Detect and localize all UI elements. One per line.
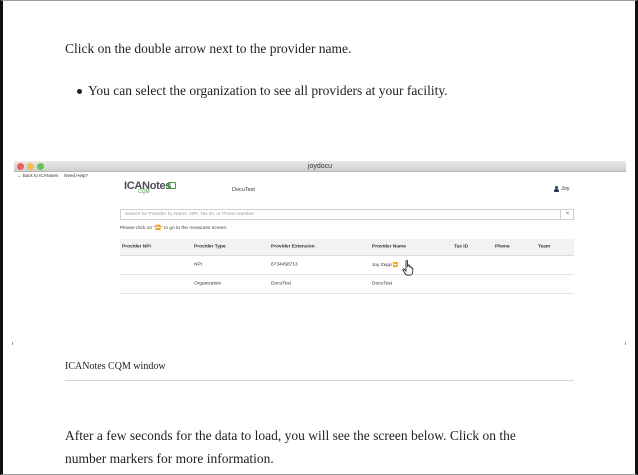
icanotes-cqm-screenshot: joydocu ← Back to ICANotes Need Help? IC… <box>14 161 626 341</box>
after-load-text: After a few seconds for the data to load… <box>65 424 585 470</box>
after-load-line-1: After a few seconds for the data to load… <box>65 428 516 443</box>
image-corner-mark <box>12 342 15 345</box>
app-header: ICANotes CQM DocuTest Joy <box>14 179 626 205</box>
document-page: Click on the double arrow next to the pr… <box>0 0 638 475</box>
cell-extension: 8734458713 <box>271 262 298 268</box>
window-titlebar: joydocu <box>14 161 626 172</box>
table-header: Provider NPI Provider Type Provider Exte… <box>120 239 574 256</box>
bullet-dot-icon <box>77 88 82 94</box>
col-tax-id[interactable]: Tax ID <box>454 245 468 250</box>
icanotes-cqm-logo[interactable]: ICANotes CQM <box>124 180 176 202</box>
hand-cursor-icon <box>402 260 414 276</box>
clear-search-button[interactable]: × <box>560 209 574 220</box>
user-menu[interactable]: Joy <box>554 186 570 192</box>
cell-name: DocuTest <box>372 281 392 287</box>
col-provider-name[interactable]: Provider Name <box>372 245 406 250</box>
caption-divider <box>65 380 574 381</box>
col-provider-npi[interactable]: Provider NPI <box>122 245 151 250</box>
measures-hint: Please click on "⏩" to go to the measure… <box>120 226 228 231</box>
app-menubar: ← Back to ICANotes Need Help? <box>14 172 626 179</box>
instruction-text: Click on the double arrow next to the pr… <box>65 41 352 56</box>
image-corner-mark <box>625 342 628 345</box>
provider-search-input[interactable]: Search for Provider by Name, NPI, Tax ID… <box>120 209 574 220</box>
hint-text-start: Please click on " <box>120 226 156 231</box>
cell-name: Joy Zepp⏩ <box>372 262 398 268</box>
provider-table: Provider NPI Provider Type Provider Exte… <box>120 239 574 294</box>
after-load-line-2: number markers for more information. <box>65 451 274 466</box>
col-provider-extension[interactable]: Provider Extension <box>271 245 315 250</box>
user-icon <box>554 186 559 192</box>
back-to-icanotes-link[interactable]: ← Back to ICANotes <box>17 173 58 178</box>
bullet-text: You can select the organization to see a… <box>88 83 448 98</box>
table-row[interactable]: Organization DocuTest DocuTest <box>120 275 574 294</box>
hint-text-end: " to go to the measures screen. <box>161 226 228 231</box>
logo-check-icon <box>168 182 176 189</box>
window-title: joydocu <box>307 163 333 170</box>
col-team[interactable]: Team <box>538 245 550 250</box>
double-arrow-button[interactable]: ⏩ <box>393 262 399 268</box>
cell-extension: DocuTest <box>271 281 291 287</box>
bullet-item: You can select the organization to see a… <box>77 83 448 99</box>
provider-name-text: Joy Zepp <box>372 263 392 268</box>
need-help-link[interactable]: Need Help? <box>64 173 88 178</box>
col-phone[interactable]: Phone <box>495 245 510 250</box>
user-name: Joy <box>561 186 570 192</box>
col-provider-type[interactable]: Provider Type <box>194 245 226 250</box>
organization-name: DocuTest <box>232 187 255 193</box>
table-row[interactable]: NPI 8734458713 Joy Zepp⏩ <box>120 256 574 275</box>
figure-caption: ICANotes CQM window <box>65 361 166 372</box>
cell-type: NPI <box>194 262 202 268</box>
cell-type: Organization <box>194 281 222 287</box>
